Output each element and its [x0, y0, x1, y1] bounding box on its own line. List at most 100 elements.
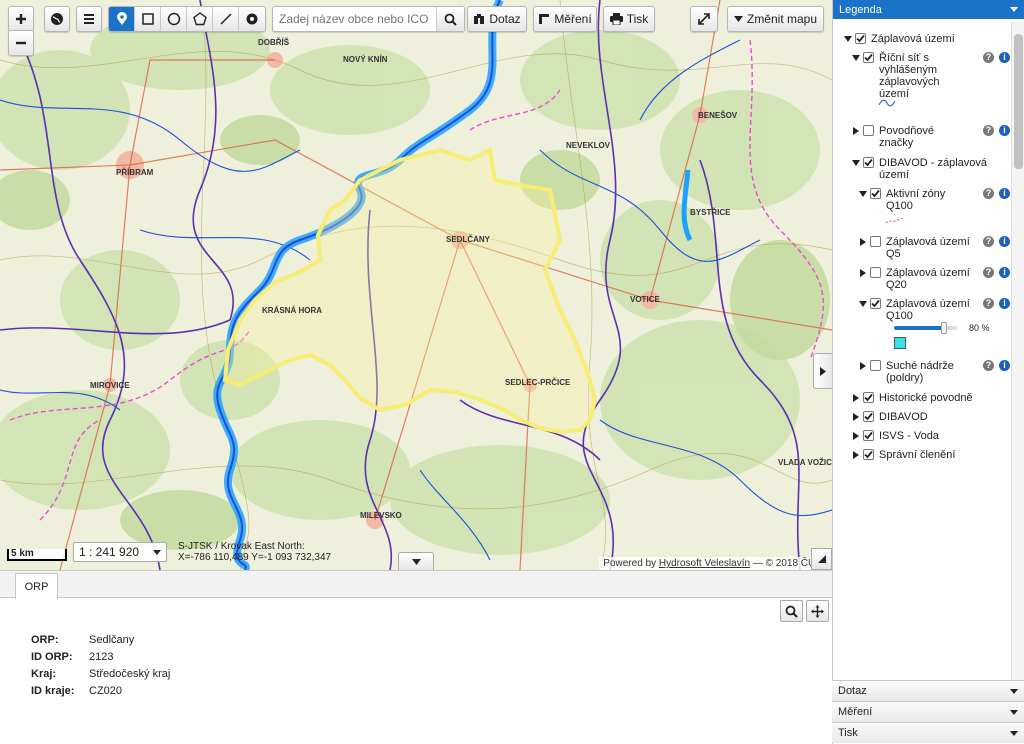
layer-checkbox[interactable]: [870, 298, 881, 309]
map-canvas[interactable]: DOBŘÍŠ NOVÝ KNÍN PŘÍBRAM SEDLČANY KRÁSNÁ…: [0, 0, 832, 570]
search-input[interactable]: [273, 7, 436, 31]
help-icon[interactable]: ?: [983, 360, 994, 371]
layer-checkbox[interactable]: [863, 449, 874, 460]
help-icon[interactable]: ?: [983, 267, 994, 278]
legend-scrollbar[interactable]: [1011, 22, 1024, 680]
check-icon: [864, 431, 873, 440]
zoom-to-feature-button[interactable]: [780, 600, 803, 622]
tree-toggle[interactable]: [858, 268, 867, 277]
toggle-legend-button[interactable]: [813, 353, 832, 389]
info-icon[interactable]: i: [999, 125, 1010, 136]
attribution-prefix: Powered by: [603, 558, 657, 569]
tisk-label: Tisk: [626, 12, 649, 26]
zoom-out-button[interactable]: [8, 30, 34, 56]
mereni-button[interactable]: Měření: [533, 6, 597, 32]
fullscreen-button[interactable]: [690, 6, 718, 32]
rectangle-tool[interactable]: [135, 7, 161, 31]
slider-handle[interactable]: [941, 322, 948, 334]
pan-to-feature-button[interactable]: [806, 600, 829, 622]
scale-select[interactable]: 1 : 241 920: [73, 542, 167, 562]
flood-color-swatch: [894, 337, 906, 349]
legend-header[interactable]: Legenda: [833, 0, 1024, 19]
tree-toggle[interactable]: [851, 158, 860, 167]
layer-checkbox[interactable]: [870, 267, 881, 278]
layer-checkbox[interactable]: [863, 430, 874, 441]
map-label: SEDLEC-PRČICE: [505, 378, 571, 387]
caret-down-icon: [733, 16, 743, 22]
scrollbar-thumb[interactable]: [1014, 34, 1023, 169]
tab-orp-label: ORP: [24, 580, 49, 593]
caret-down-icon: [411, 558, 421, 565]
globe-button[interactable]: [44, 6, 70, 32]
layer-checkbox[interactable]: [870, 188, 881, 199]
accordion-dotaz[interactable]: Dotaz: [832, 680, 1024, 701]
tab-orp[interactable]: ORP: [15, 573, 58, 599]
change-map-button[interactable]: Změnit mapu: [727, 6, 824, 32]
tree-toggle[interactable]: [858, 361, 867, 370]
search-button[interactable]: [436, 7, 464, 31]
check-icon: [871, 189, 880, 198]
circle-tool[interactable]: [161, 7, 187, 31]
attribution-link[interactable]: Hydrosoft Veleslavín: [659, 558, 750, 569]
layer-checkbox[interactable]: [863, 392, 874, 403]
dotaz-button[interactable]: Dotaz: [467, 6, 527, 32]
info-icon[interactable]: i: [999, 298, 1010, 309]
layer-checkbox[interactable]: [863, 411, 874, 422]
layer-checkbox[interactable]: [870, 236, 881, 247]
tree-toggle[interactable]: [843, 34, 852, 43]
point-tool[interactable]: [109, 7, 135, 31]
zoom-in-button[interactable]: [8, 6, 34, 32]
print-icon: [609, 13, 623, 25]
corner-toggle-button[interactable]: [811, 548, 832, 570]
polygon-tool[interactable]: [187, 7, 213, 31]
map-label: NEVEKLOV: [566, 141, 611, 150]
tree-toggle[interactable]: [851, 393, 860, 402]
layer-label: DIBAVOD: [879, 411, 928, 423]
accordion-mereni[interactable]: Měření: [832, 701, 1024, 722]
opacity-slider[interactable]: [894, 322, 957, 334]
tree-toggle[interactable]: [851, 126, 860, 135]
tree-toggle[interactable]: [851, 412, 860, 421]
attr-row: Kraj: Středočeský kraj: [31, 666, 170, 683]
layer-checkbox[interactable]: [870, 360, 881, 371]
layer-checkbox[interactable]: [855, 33, 866, 44]
help-icon[interactable]: ?: [983, 298, 994, 309]
info-icon[interactable]: i: [999, 360, 1010, 371]
help-icon[interactable]: ?: [983, 188, 994, 199]
tisk-button[interactable]: Tisk: [603, 6, 655, 32]
map-label: PŘÍBRAM: [116, 168, 154, 177]
draw-tools: [108, 6, 266, 32]
caret-right-icon: [859, 361, 866, 370]
layer-checkbox[interactable]: [863, 157, 874, 168]
caret-down-icon: [843, 35, 852, 42]
menu-button[interactable]: [76, 6, 102, 32]
tree-toggle[interactable]: [851, 431, 860, 440]
line-icon: [219, 13, 232, 25]
help-icon[interactable]: ?: [983, 236, 994, 247]
info-icon[interactable]: i: [999, 267, 1010, 278]
info-tools: [780, 600, 829, 622]
info-icon[interactable]: i: [999, 236, 1010, 247]
help-icon[interactable]: ?: [983, 125, 994, 136]
info-icon[interactable]: i: [999, 188, 1010, 199]
coords-values: X=-786 110,489 Y=-1 093 732,347: [178, 552, 332, 563]
tree-toggle[interactable]: [858, 299, 867, 308]
line-tool[interactable]: [213, 7, 239, 31]
collapse-panel-button[interactable]: [398, 552, 434, 570]
locate-tool[interactable]: [239, 7, 265, 31]
tree-toggle[interactable]: [851, 450, 860, 459]
feature-attributes: ORP: Sedlčany ID ORP: 2123 Kraj: Středočesk…: [31, 632, 170, 700]
help-icon[interactable]: ?: [983, 52, 994, 63]
tree-toggle[interactable]: [851, 53, 860, 62]
info-icon[interactable]: i: [999, 52, 1010, 63]
layer-checkbox[interactable]: [863, 125, 874, 136]
scale-value: 1 : 241 920: [79, 545, 140, 559]
tree-toggle[interactable]: [858, 189, 867, 198]
tree-toggle[interactable]: [858, 237, 867, 246]
layer-checkbox[interactable]: [863, 52, 874, 63]
map-label: BYSTŘICE: [690, 208, 731, 217]
accordion-tisk[interactable]: Tisk: [832, 722, 1024, 743]
check-icon: [864, 412, 873, 421]
attr-value: Sedlčany: [89, 634, 135, 646]
locate-icon: [246, 13, 258, 25]
